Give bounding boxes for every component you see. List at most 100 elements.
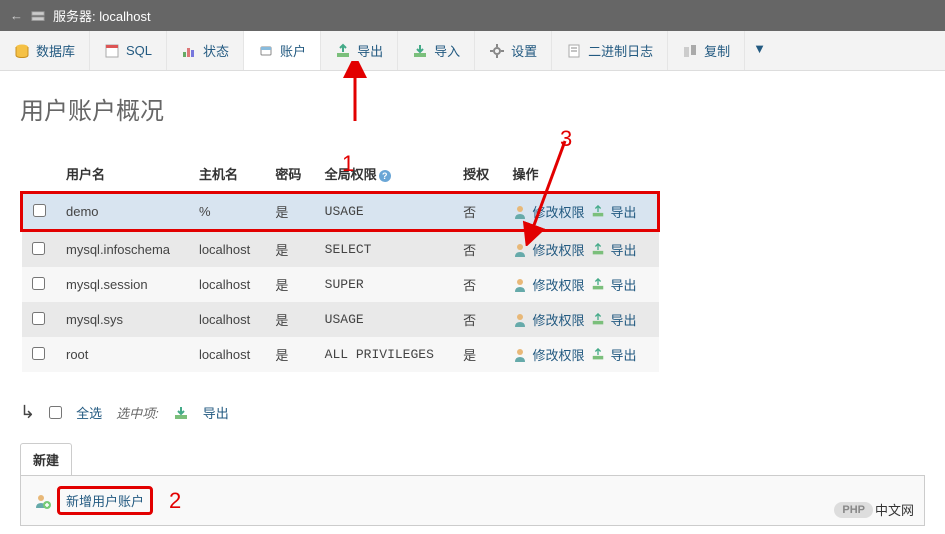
export-icon xyxy=(590,205,606,219)
export-icon xyxy=(590,313,606,327)
cell-ops: 修改权限 导出 xyxy=(502,302,658,337)
row-export-link[interactable]: 导出 xyxy=(610,345,636,364)
cell-host: localhost xyxy=(189,337,265,372)
tab-label: 二进制日志 xyxy=(588,41,653,60)
tab-label: 状态 xyxy=(203,41,229,60)
main-content: 用户账户概况 1 3 用户名 主机名 密码 全局权限? 授权 操作 demo%是… xyxy=(0,71,945,392)
annotation-3: 3 xyxy=(560,126,572,152)
cell-user: root xyxy=(56,337,189,372)
cell-pwd: 是 xyxy=(265,231,314,268)
row-checkbox[interactable] xyxy=(32,242,45,255)
edit-priv-link[interactable]: 修改权限 xyxy=(532,345,584,364)
server-icon xyxy=(31,10,45,22)
cell-grant: 否 xyxy=(453,231,502,268)
bulk-export-link[interactable]: 导出 xyxy=(203,403,229,422)
tab-0[interactable]: 数据库 xyxy=(0,31,90,70)
tab-1[interactable]: SQL xyxy=(90,31,167,70)
tab-8[interactable]: 复制 xyxy=(668,31,745,70)
row-checkbox[interactable] xyxy=(32,277,45,290)
add-user-icon xyxy=(35,494,51,508)
breadcrumb: ← 服务器: localhost xyxy=(0,0,945,31)
edit-priv-link[interactable]: 修改权限 xyxy=(532,275,584,294)
page-title: 用户账户概况 xyxy=(20,91,925,126)
tab-more[interactable]: ▼ xyxy=(745,31,774,70)
cell-host: localhost xyxy=(189,267,265,302)
tab-4[interactable]: 导出 xyxy=(321,31,398,70)
cell-host: localhost xyxy=(189,302,265,337)
checkall-link[interactable]: 全选 xyxy=(76,403,102,422)
cell-ops: 修改权限 导出 xyxy=(502,337,658,372)
tab-icon xyxy=(258,43,274,59)
col-host[interactable]: 主机名 xyxy=(189,156,265,193)
tab-label: 账户 xyxy=(280,41,306,60)
tab-5[interactable]: 导入 xyxy=(398,31,475,70)
table-row: mysql.sessionlocalhost是SUPER否修改权限导出 xyxy=(22,267,659,302)
user-edit-icon xyxy=(512,205,528,219)
col-grant[interactable]: 授权 xyxy=(453,156,502,193)
cell-pwd: 是 xyxy=(265,337,314,372)
bulk-actions: ↳ 全选 选中项: 导出 xyxy=(0,392,945,443)
cell-user: mysql.infoschema xyxy=(56,231,189,268)
annotation-2: 2 xyxy=(169,488,181,514)
tab-icon xyxy=(489,43,505,59)
table-row: mysql.infoschemalocalhost是SELECT否修改权限导出 xyxy=(22,231,659,268)
cell-pwd: 是 xyxy=(265,302,314,337)
add-user-link[interactable]: 新增用户账户 xyxy=(57,486,153,515)
cell-priv: USAGE xyxy=(315,193,453,231)
row-export-link[interactable]: 导出 xyxy=(610,310,636,329)
cell-user: mysql.session xyxy=(56,267,189,302)
tab-3[interactable]: 账户 xyxy=(244,31,321,70)
php-badge: PHP xyxy=(834,502,873,518)
tab-label: 复制 xyxy=(704,41,730,60)
cell-ops: 修改权限 导出 xyxy=(502,193,658,231)
tab-label: SQL xyxy=(126,43,152,58)
row-export-link[interactable]: 导出 xyxy=(610,202,636,221)
chevron-left-icon[interactable]: ← xyxy=(10,8,23,23)
export-icon xyxy=(590,278,606,292)
row-checkbox[interactable] xyxy=(32,347,45,360)
breadcrumb-server-label: 服务器: localhost xyxy=(53,6,151,25)
checkall-checkbox[interactable] xyxy=(49,406,62,419)
export-icon xyxy=(590,348,606,362)
help-icon[interactable]: ? xyxy=(379,170,391,182)
cell-priv: SELECT xyxy=(315,231,453,268)
export-icon xyxy=(173,406,189,420)
tab-icon xyxy=(682,43,698,59)
edit-priv-link[interactable]: 修改权限 xyxy=(532,202,584,221)
edit-priv-link[interactable]: 修改权限 xyxy=(532,240,584,259)
user-edit-icon xyxy=(512,278,528,292)
tab-icon xyxy=(335,43,351,59)
tab-icon xyxy=(566,43,582,59)
watermark-text: 中文网 xyxy=(875,500,914,519)
user-edit-icon xyxy=(512,348,528,362)
col-ops: 操作 xyxy=(502,156,658,193)
user-edit-icon xyxy=(512,243,528,257)
col-pwd[interactable]: 密码 xyxy=(265,156,314,193)
row-export-link[interactable]: 导出 xyxy=(610,275,636,294)
cell-pwd: 是 xyxy=(265,193,314,231)
cell-ops: 修改权限 导出 xyxy=(502,231,658,268)
tab-2[interactable]: 状态 xyxy=(167,31,244,70)
edit-priv-link[interactable]: 修改权限 xyxy=(532,310,584,329)
col-priv[interactable]: 全局权限? xyxy=(315,156,453,193)
col-user[interactable]: 用户名 xyxy=(56,156,189,193)
cell-priv: ALL PRIVILEGES xyxy=(315,337,453,372)
watermark: PHP 中文网 xyxy=(834,500,914,519)
new-section-title: 新建 xyxy=(20,443,72,475)
tab-icon xyxy=(181,43,197,59)
cell-pwd: 是 xyxy=(265,267,314,302)
table-row: rootlocalhost是ALL PRIVILEGES是修改权限导出 xyxy=(22,337,659,372)
table-row: demo%是USAGE否修改权限导出 xyxy=(22,193,659,231)
new-section: 新建 新增用户账户 2 PHP 中文网 xyxy=(20,443,925,526)
user-edit-icon xyxy=(512,313,528,327)
tab-6[interactable]: 设置 xyxy=(475,31,552,70)
cell-user: demo xyxy=(56,193,189,231)
tab-bar: 数据库 SQL 状态 账户导出导入 设置 二进制日志 复制 ▼ xyxy=(0,31,945,71)
row-export-link[interactable]: 导出 xyxy=(610,240,636,259)
row-checkbox[interactable] xyxy=(32,312,45,325)
tab-label: 设置 xyxy=(511,41,537,60)
cell-user: mysql.sys xyxy=(56,302,189,337)
tab-7[interactable]: 二进制日志 xyxy=(552,31,668,70)
users-table: 用户名 主机名 密码 全局权限? 授权 操作 demo%是USAGE否修改权限导… xyxy=(20,156,660,372)
row-checkbox[interactable] xyxy=(33,204,46,217)
